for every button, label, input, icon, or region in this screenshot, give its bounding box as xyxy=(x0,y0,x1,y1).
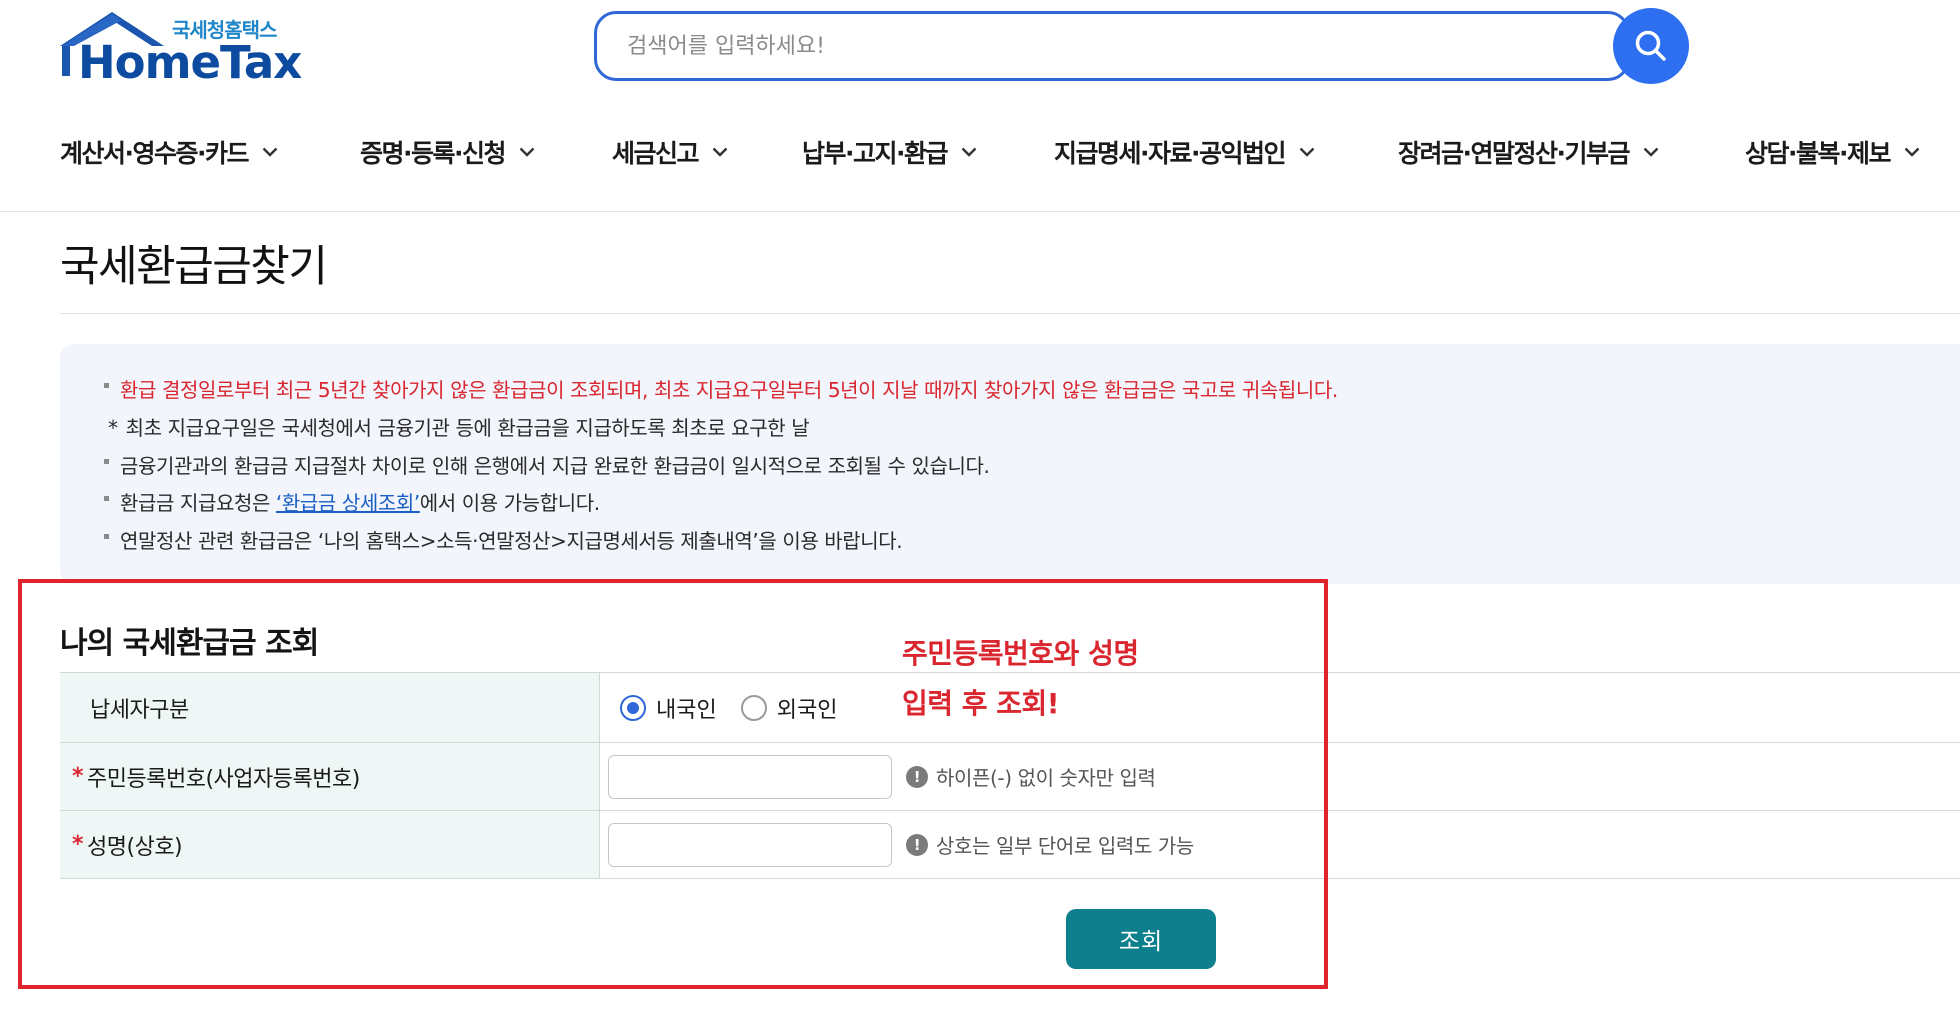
nav-item-consultation[interactable]: 상담·불복·제보 xyxy=(1745,128,1920,176)
chevron-down-icon xyxy=(1643,147,1659,157)
nav-item-label: 지급명세·자료·공익법인 xyxy=(1054,139,1287,168)
search-icon xyxy=(1635,30,1666,61)
refund-detail-link[interactable]: ‘환급금 상세조회’ xyxy=(276,491,420,515)
search-button[interactable] xyxy=(1613,8,1689,84)
nav-item-invoice-receipt-card[interactable]: 계산서·영수증·카드 xyxy=(60,128,278,176)
bullet-icon xyxy=(104,383,109,388)
bullet-icon xyxy=(104,534,109,539)
notice-line: 연말정산 관련 환급금은 ‘나의 홈택스>소득·연말정산>지급명세서등 제출내역… xyxy=(104,525,903,554)
chevron-down-icon xyxy=(1299,147,1315,157)
nav-item-payment-statement[interactable]: 지급명세·자료·공익법인 xyxy=(1054,128,1315,176)
nav-item-incentive-yearend[interactable]: 장려금·연말정산·기부금 xyxy=(1398,128,1659,176)
notice-subnote: * 최초 지급요구일은 국세청에서 금융기관 등에 환급금을 지급하도록 최초로 … xyxy=(108,416,810,440)
header-divider xyxy=(0,211,1960,212)
nav-item-label: 세금신고 xyxy=(612,139,700,168)
highlight-frame xyxy=(18,579,1328,989)
hometax-logo[interactable]: 국세청홈택스 HomeTax xyxy=(60,12,302,92)
nav-item-label: 장려금·연말정산·기부금 xyxy=(1398,139,1631,168)
notice-box: 환급 결정일로부터 최근 5년간 찾아가지 않은 환급금이 조회되며, 최초 지… xyxy=(60,344,1960,584)
title-divider xyxy=(60,313,1960,314)
search-box xyxy=(594,11,1630,81)
search-input[interactable] xyxy=(597,14,1547,78)
bullet-icon xyxy=(104,496,109,501)
chevron-down-icon xyxy=(262,147,278,157)
chevron-down-icon xyxy=(961,147,977,157)
nav-item-payment-refund[interactable]: 납부·고지·환급 xyxy=(802,128,977,176)
bullet-icon xyxy=(104,459,109,464)
chevron-down-icon xyxy=(519,147,535,157)
nav-item-label: 상담·불복·제보 xyxy=(1745,139,1892,168)
nav-item-label: 증명·등록·신청 xyxy=(360,139,507,168)
notice-line: 환급 결정일로부터 최근 5년간 찾아가지 않은 환급금이 조회되며, 최초 지… xyxy=(104,374,1338,403)
notice-line: 금융기관과의 환급금 지급절차 차이로 인해 은행에서 지급 완료한 환급금이 … xyxy=(104,450,990,479)
logo-wordmark: HomeTax xyxy=(78,36,302,89)
chevron-down-icon xyxy=(1904,147,1920,157)
main-nav: 계산서·영수증·카드 증명·등록·신청 세금신고 납부·고지·환급 지급명세·자… xyxy=(0,128,1960,176)
nav-item-label: 납부·고지·환급 xyxy=(802,139,949,168)
asterisk-icon: * xyxy=(108,416,118,440)
notice-line: 환급금 지급요청은 ‘환급금 상세조회’에서 이용 가능합니다. xyxy=(104,487,600,516)
nav-item-label: 계산서·영수증·카드 xyxy=(60,139,250,168)
nav-item-tax-filing[interactable]: 세금신고 xyxy=(612,128,728,176)
page-title: 국세환급금찾기 xyxy=(60,242,328,292)
nav-item-certificate-registration[interactable]: 증명·등록·신청 xyxy=(360,128,535,176)
chevron-down-icon xyxy=(712,147,728,157)
